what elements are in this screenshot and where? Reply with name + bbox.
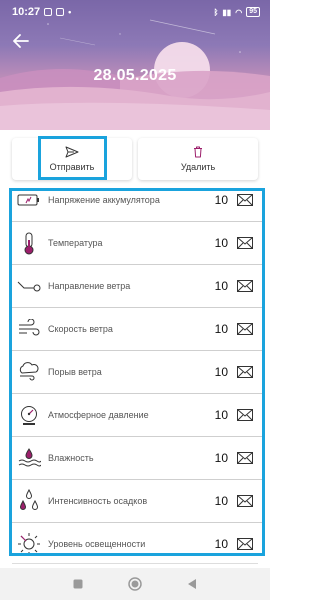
wind-speed-icon	[16, 316, 42, 342]
sensor-count: 10	[214, 193, 228, 207]
wind-gust-icon	[16, 359, 42, 385]
send-button-label: Отправить	[49, 162, 95, 172]
sensor-label: Уровень освещенности	[48, 539, 146, 549]
thermometer-icon	[16, 230, 42, 256]
sensor-count: 10	[214, 408, 228, 422]
mail-icon[interactable]	[236, 365, 254, 379]
signal-icon: ▮▮	[222, 7, 232, 17]
sensor-count: 10	[214, 322, 228, 336]
recents-button[interactable]	[68, 574, 88, 594]
page-title: 28.05.2025	[93, 67, 177, 84]
bluetooth-icon: ᛒ	[213, 7, 219, 17]
square-icon	[73, 579, 83, 589]
wind-direction-icon	[16, 273, 42, 299]
delete-button-label: Удалить	[180, 162, 216, 172]
list-item[interactable]: Порыв ветра 10	[12, 351, 262, 394]
mail-icon[interactable]	[236, 279, 254, 293]
mail-icon[interactable]	[236, 236, 254, 250]
mail-icon[interactable]	[236, 193, 254, 207]
list-item[interactable]: Температура 10	[12, 222, 262, 265]
back-nav-button[interactable]	[182, 574, 202, 594]
mail-icon[interactable]	[236, 322, 254, 336]
mail-icon[interactable]	[236, 451, 254, 465]
home-button[interactable]	[125, 574, 145, 594]
sensor-label: Порыв ветра	[48, 367, 102, 377]
list-item[interactable]: Напряжение аккумулятора 10	[12, 191, 262, 222]
sensor-count: 10	[214, 537, 228, 551]
mail-icon[interactable]	[236, 494, 254, 508]
list-item[interactable]: Уровень освещенности 10	[12, 523, 262, 553]
sensor-label: Скорость ветра	[48, 324, 113, 334]
back-button[interactable]	[10, 30, 32, 52]
sensor-label: Направление ветра	[48, 281, 131, 291]
more-dots-icon: •	[68, 7, 72, 17]
circle-icon	[128, 577, 142, 591]
system-nav-bar	[0, 568, 270, 600]
status-bar: 10:27 • ᛒ ▮▮ ◠ 95	[0, 0, 270, 24]
list-item[interactable]: Интенсивность осадков 10	[12, 480, 262, 523]
battery-icon: 95	[246, 7, 260, 17]
triangle-back-icon	[187, 579, 196, 589]
divider	[12, 563, 258, 564]
delete-button[interactable]: Удалить	[138, 138, 258, 180]
sensor-count: 10	[214, 236, 228, 250]
status-time: 10:27	[12, 6, 41, 18]
list-item[interactable]: Направление ветра 10	[12, 265, 262, 308]
sensor-count: 10	[214, 279, 228, 293]
list-item[interactable]: Влажность 10	[12, 437, 262, 480]
trash-icon	[194, 146, 202, 158]
sensor-count: 10	[214, 365, 228, 379]
list-item[interactable]: Атмосферное давление 10	[12, 394, 262, 437]
mail-icon[interactable]	[236, 537, 254, 551]
notification-icon	[56, 8, 65, 16]
precipitation-icon	[16, 488, 42, 514]
notification-icon	[44, 8, 53, 16]
battery-voltage-icon	[16, 191, 42, 213]
wifi-icon: ◠	[235, 7, 243, 17]
barometer-icon	[16, 402, 42, 428]
sensor-label: Влажность	[48, 453, 94, 463]
list-item[interactable]: Скорость ветра 10	[12, 308, 262, 351]
humidity-icon	[16, 445, 42, 471]
mail-icon[interactable]	[236, 408, 254, 422]
sensor-label: Атмосферное давление	[48, 410, 149, 420]
send-icon	[65, 146, 79, 158]
action-bar: Отправить Удалить	[0, 138, 270, 180]
sensor-label: Температура	[48, 238, 103, 248]
sensor-count: 10	[214, 451, 228, 465]
sensor-label: Напряжение аккумулятора	[48, 195, 160, 205]
sensor-list[interactable]: Напряжение аккумулятора 10 Температура 1…	[9, 188, 265, 556]
sensor-label: Интенсивность осадков	[48, 496, 148, 506]
arrow-left-icon	[13, 34, 29, 48]
sensor-count: 10	[214, 494, 228, 508]
send-button[interactable]: Отправить	[12, 138, 132, 180]
sun-icon	[16, 531, 42, 553]
